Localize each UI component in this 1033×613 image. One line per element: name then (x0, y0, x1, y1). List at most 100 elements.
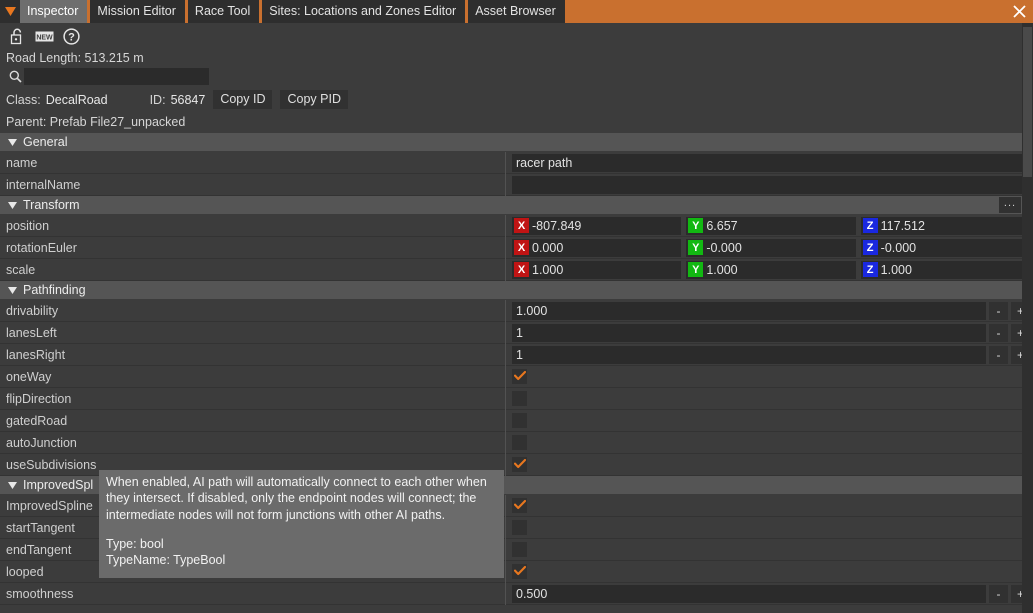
copy-id-button[interactable]: Copy ID (213, 90, 273, 109)
id-label: ID: (149, 92, 166, 107)
smoothness-input-decrement-button[interactable]: - (989, 584, 1008, 603)
parent-label: Parent: (6, 115, 47, 129)
axis-y-value: 6.657 (706, 218, 738, 233)
property-label: position (6, 218, 50, 233)
property-row-autojunction: autoJunction (0, 431, 1033, 454)
flipdirection-checkbox[interactable] (512, 391, 527, 406)
rotationeuler-z-field[interactable]: Z -0.000 (860, 238, 1030, 257)
property-row-rotationeuler: rotationEuler X 0.000 Y -0.000 Z -0.000 (0, 236, 1033, 259)
tab-sites-locations-and-zones-editor[interactable]: Sites: Locations and Zones Editor (262, 0, 466, 23)
caret-down-icon[interactable] (0, 0, 20, 23)
vector3-field: X 0.000 Y -0.000 Z -0.000 (512, 238, 1030, 257)
tab-mission-editor[interactable]: Mission Editor (90, 0, 185, 23)
autojunction-checkbox[interactable] (512, 435, 527, 450)
axis-y-badge: Y (688, 262, 704, 277)
axis-z-value: -0.000 (880, 240, 917, 255)
property-label: name (6, 155, 38, 170)
internalname-input[interactable] (512, 175, 1030, 194)
property-label: oneWay (6, 369, 52, 384)
section-label: Pathfinding (23, 283, 86, 297)
property-label: drivability (6, 303, 59, 318)
scale-x-field[interactable]: X 1.000 (512, 260, 682, 279)
oneway-checkbox[interactable] (512, 369, 527, 384)
position-z-field[interactable]: Z 117.512 (860, 216, 1030, 235)
tab-inspector[interactable]: Inspector (20, 0, 88, 23)
gatedroad-checkbox[interactable] (512, 413, 527, 428)
class-id-row: Class: DecalRoad ID: 56847 Copy ID Copy … (0, 87, 1033, 112)
improvedspline-checkbox[interactable] (512, 498, 527, 513)
class-label: Class: (6, 92, 41, 107)
name-input[interactable] (512, 153, 1030, 172)
property-row-lanesleft: lanesLeft -+ (0, 321, 1033, 344)
scale-z-field[interactable]: Z 1.000 (860, 260, 1030, 279)
parent-row: Parent: Prefab File27_unpacked (0, 112, 1033, 133)
tab-asset-browser[interactable]: Asset Browser (468, 0, 565, 23)
new-badge-icon[interactable]: NEW (35, 27, 54, 46)
scale-y-field[interactable]: Y 1.000 (686, 260, 856, 279)
property-label: flipDirection (6, 391, 72, 406)
tooltip-typename: TypeName: TypeBool (106, 553, 226, 568)
axis-x-value: 1.000 (532, 262, 564, 277)
property-row-name: name (0, 151, 1033, 174)
property-label: rotationEuler (6, 240, 77, 255)
property-control (506, 388, 1033, 409)
property-control (506, 366, 1033, 387)
rotationeuler-y-field[interactable]: Y -0.000 (686, 238, 856, 257)
property-control (506, 539, 1033, 560)
property-label: lanesRight (6, 347, 66, 362)
property-control: -+ (506, 583, 1033, 604)
property-row-scale: scale X 1.000 Y 1.000 Z 1.000 (0, 258, 1033, 281)
property-label: scale (6, 262, 36, 277)
property-control: X 0.000 Y -0.000 Z -0.000 (506, 237, 1033, 258)
property-control: -+ (506, 344, 1033, 365)
property-row-flipdirection: flipDirection (0, 387, 1033, 410)
lanesleft-input[interactable] (512, 323, 986, 342)
transform-more-button[interactable]: ... (999, 197, 1021, 213)
lanesright-input-decrement-button[interactable]: - (989, 345, 1008, 364)
axis-z-value: 117.512 (880, 218, 925, 233)
property-control (506, 174, 1033, 195)
property-tooltip: When enabled, AI path will automatically… (99, 470, 504, 578)
starttangent-checkbox[interactable] (512, 520, 527, 535)
axis-z-value: 1.000 (880, 262, 912, 277)
search-input[interactable] (24, 68, 209, 85)
rotationeuler-x-field[interactable]: X 0.000 (512, 238, 682, 257)
scrollbar-thumb[interactable] (1023, 27, 1032, 177)
section-header-transform[interactable]: Transform... (0, 196, 1033, 215)
section-header-pathfinding[interactable]: Pathfinding (0, 281, 1033, 300)
section-label: Transform (23, 198, 80, 212)
usesubdivisions-checkbox[interactable] (512, 457, 527, 472)
tooltip-type: Type: bool (106, 536, 164, 551)
axis-x-badge: X (514, 240, 529, 255)
axis-y-badge: Y (688, 218, 704, 233)
triangle-down-icon (8, 201, 17, 209)
property-row-oneway: oneWay (0, 365, 1033, 388)
position-x-field[interactable]: X -807.849 (512, 216, 682, 235)
vertical-scrollbar[interactable] (1022, 23, 1033, 613)
drivability-input-decrement-button[interactable]: - (989, 301, 1008, 320)
position-y-field[interactable]: Y 6.657 (686, 216, 856, 235)
property-row-smoothness: smoothness -+ (0, 582, 1033, 605)
copy-pid-button[interactable]: Copy PID (280, 90, 348, 109)
close-icon[interactable] (1008, 0, 1030, 23)
endtangent-checkbox[interactable] (512, 542, 527, 557)
lanesright-input[interactable] (512, 345, 986, 364)
smoothness-input[interactable] (512, 584, 986, 603)
road-length-label: Road Length: 513.215 m (6, 51, 144, 65)
drivability-input[interactable] (512, 301, 986, 320)
property-row-gatedroad: gatedRoad (0, 409, 1033, 432)
tab-race-tool[interactable]: Race Tool (187, 0, 260, 23)
unlocked-padlock-icon[interactable] (8, 27, 27, 46)
triangle-down-icon (8, 481, 17, 489)
property-control (506, 432, 1033, 453)
axis-z-badge: Z (862, 218, 878, 233)
question-mark-icon[interactable]: ? (62, 27, 81, 46)
search-icon (7, 70, 24, 83)
section-header-general[interactable]: General (0, 133, 1033, 152)
lanesleft-input-decrement-button[interactable]: - (989, 323, 1008, 342)
looped-checkbox[interactable] (512, 564, 527, 579)
triangle-down-icon (8, 286, 17, 294)
tab-bar: Inspector Mission Editor Race Tool Sites: L… (0, 0, 1033, 23)
axis-z-badge: Z (862, 262, 878, 277)
check-icon (513, 370, 526, 384)
